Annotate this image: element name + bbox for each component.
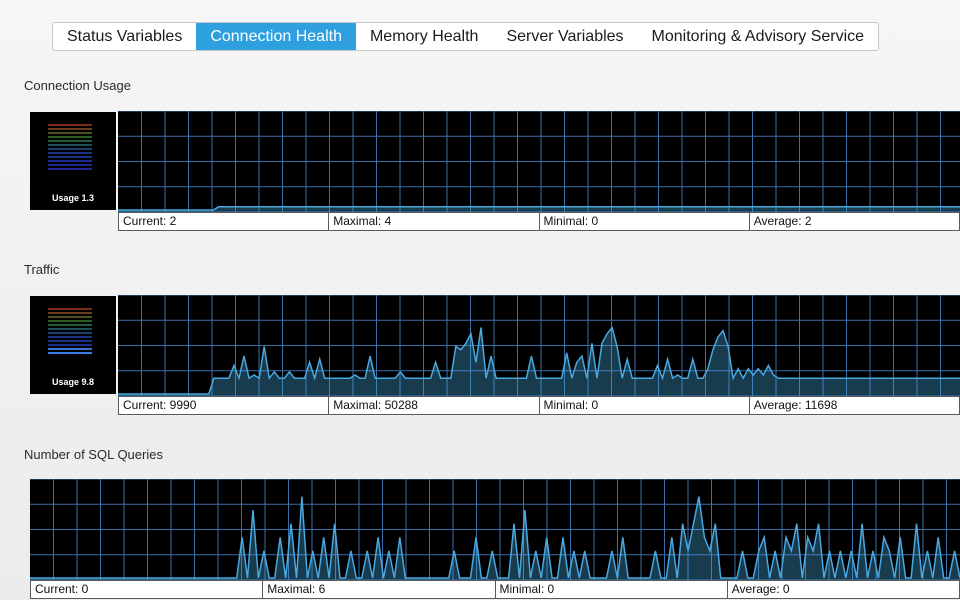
connection-health-panel: Status Variables Connection Health Memor… xyxy=(0,0,960,600)
sql-queries-maximal: Maximal: 6 xyxy=(263,581,496,598)
traffic-average: Average: 11698 xyxy=(753,398,838,412)
connection-usage-average: Average: 2 xyxy=(753,214,812,228)
tab-server-variables[interactable]: Server Variables xyxy=(492,23,637,50)
sql-queries-minimal: Minimal: 0 xyxy=(496,581,728,598)
sql-queries-average: Average: 0 xyxy=(731,582,790,596)
traffic-current: Current: 9990 xyxy=(119,397,330,414)
tab-memory-health[interactable]: Memory Health xyxy=(356,23,492,50)
traffic-meter-label: Usage 9.8 xyxy=(51,377,95,387)
sql-queries-current: Current: 0 xyxy=(31,581,264,598)
traffic-graph-svg xyxy=(118,295,960,396)
traffic-minimal: Minimal: 0 xyxy=(540,397,750,414)
traffic-series-area xyxy=(118,327,960,396)
tab-status-variables[interactable]: Status Variables xyxy=(53,23,196,50)
connection-usage-current: Current: 2 xyxy=(119,213,330,230)
connection-usage-graph-svg xyxy=(118,111,960,212)
connection-usage-title: Connection Usage xyxy=(24,78,131,93)
connection-usage-meter-label: Usage 1.3 xyxy=(51,193,95,203)
traffic-stats: Current: 9990 Maximal: 50288 Minimal: 0 … xyxy=(118,396,960,415)
traffic-graph xyxy=(118,295,960,396)
connection-usage-stats: Current: 2 Maximal: 4 Minimal: 0 Average… xyxy=(118,212,960,231)
traffic-maximal: Maximal: 50288 xyxy=(329,397,540,414)
connection-usage-minimal: Minimal: 0 xyxy=(540,213,750,230)
traffic-title: Traffic xyxy=(24,262,60,277)
sql-queries-graph-svg xyxy=(30,479,960,580)
connection-usage-grid xyxy=(118,111,960,212)
tab-monitoring-advisory-service[interactable]: Monitoring & Advisory Service xyxy=(638,23,879,50)
traffic-meter: Usage 9.8 xyxy=(30,296,116,394)
sql-queries-graph xyxy=(30,479,960,580)
connection-usage-meter-bars xyxy=(48,124,92,172)
tab-bar: Status Variables Connection Health Memor… xyxy=(52,22,880,51)
sql-queries-title: Number of SQL Queries xyxy=(24,447,163,462)
connection-usage-maximal: Maximal: 4 xyxy=(329,213,540,230)
connection-usage-meter: Usage 1.3 xyxy=(30,112,116,210)
connection-usage-graph xyxy=(118,111,960,212)
sql-queries-stats: Current: 0 Maximal: 6 Minimal: 0 Average… xyxy=(30,580,960,599)
traffic-meter-bars xyxy=(48,308,92,356)
tab-connection-health[interactable]: Connection Health xyxy=(196,23,356,50)
